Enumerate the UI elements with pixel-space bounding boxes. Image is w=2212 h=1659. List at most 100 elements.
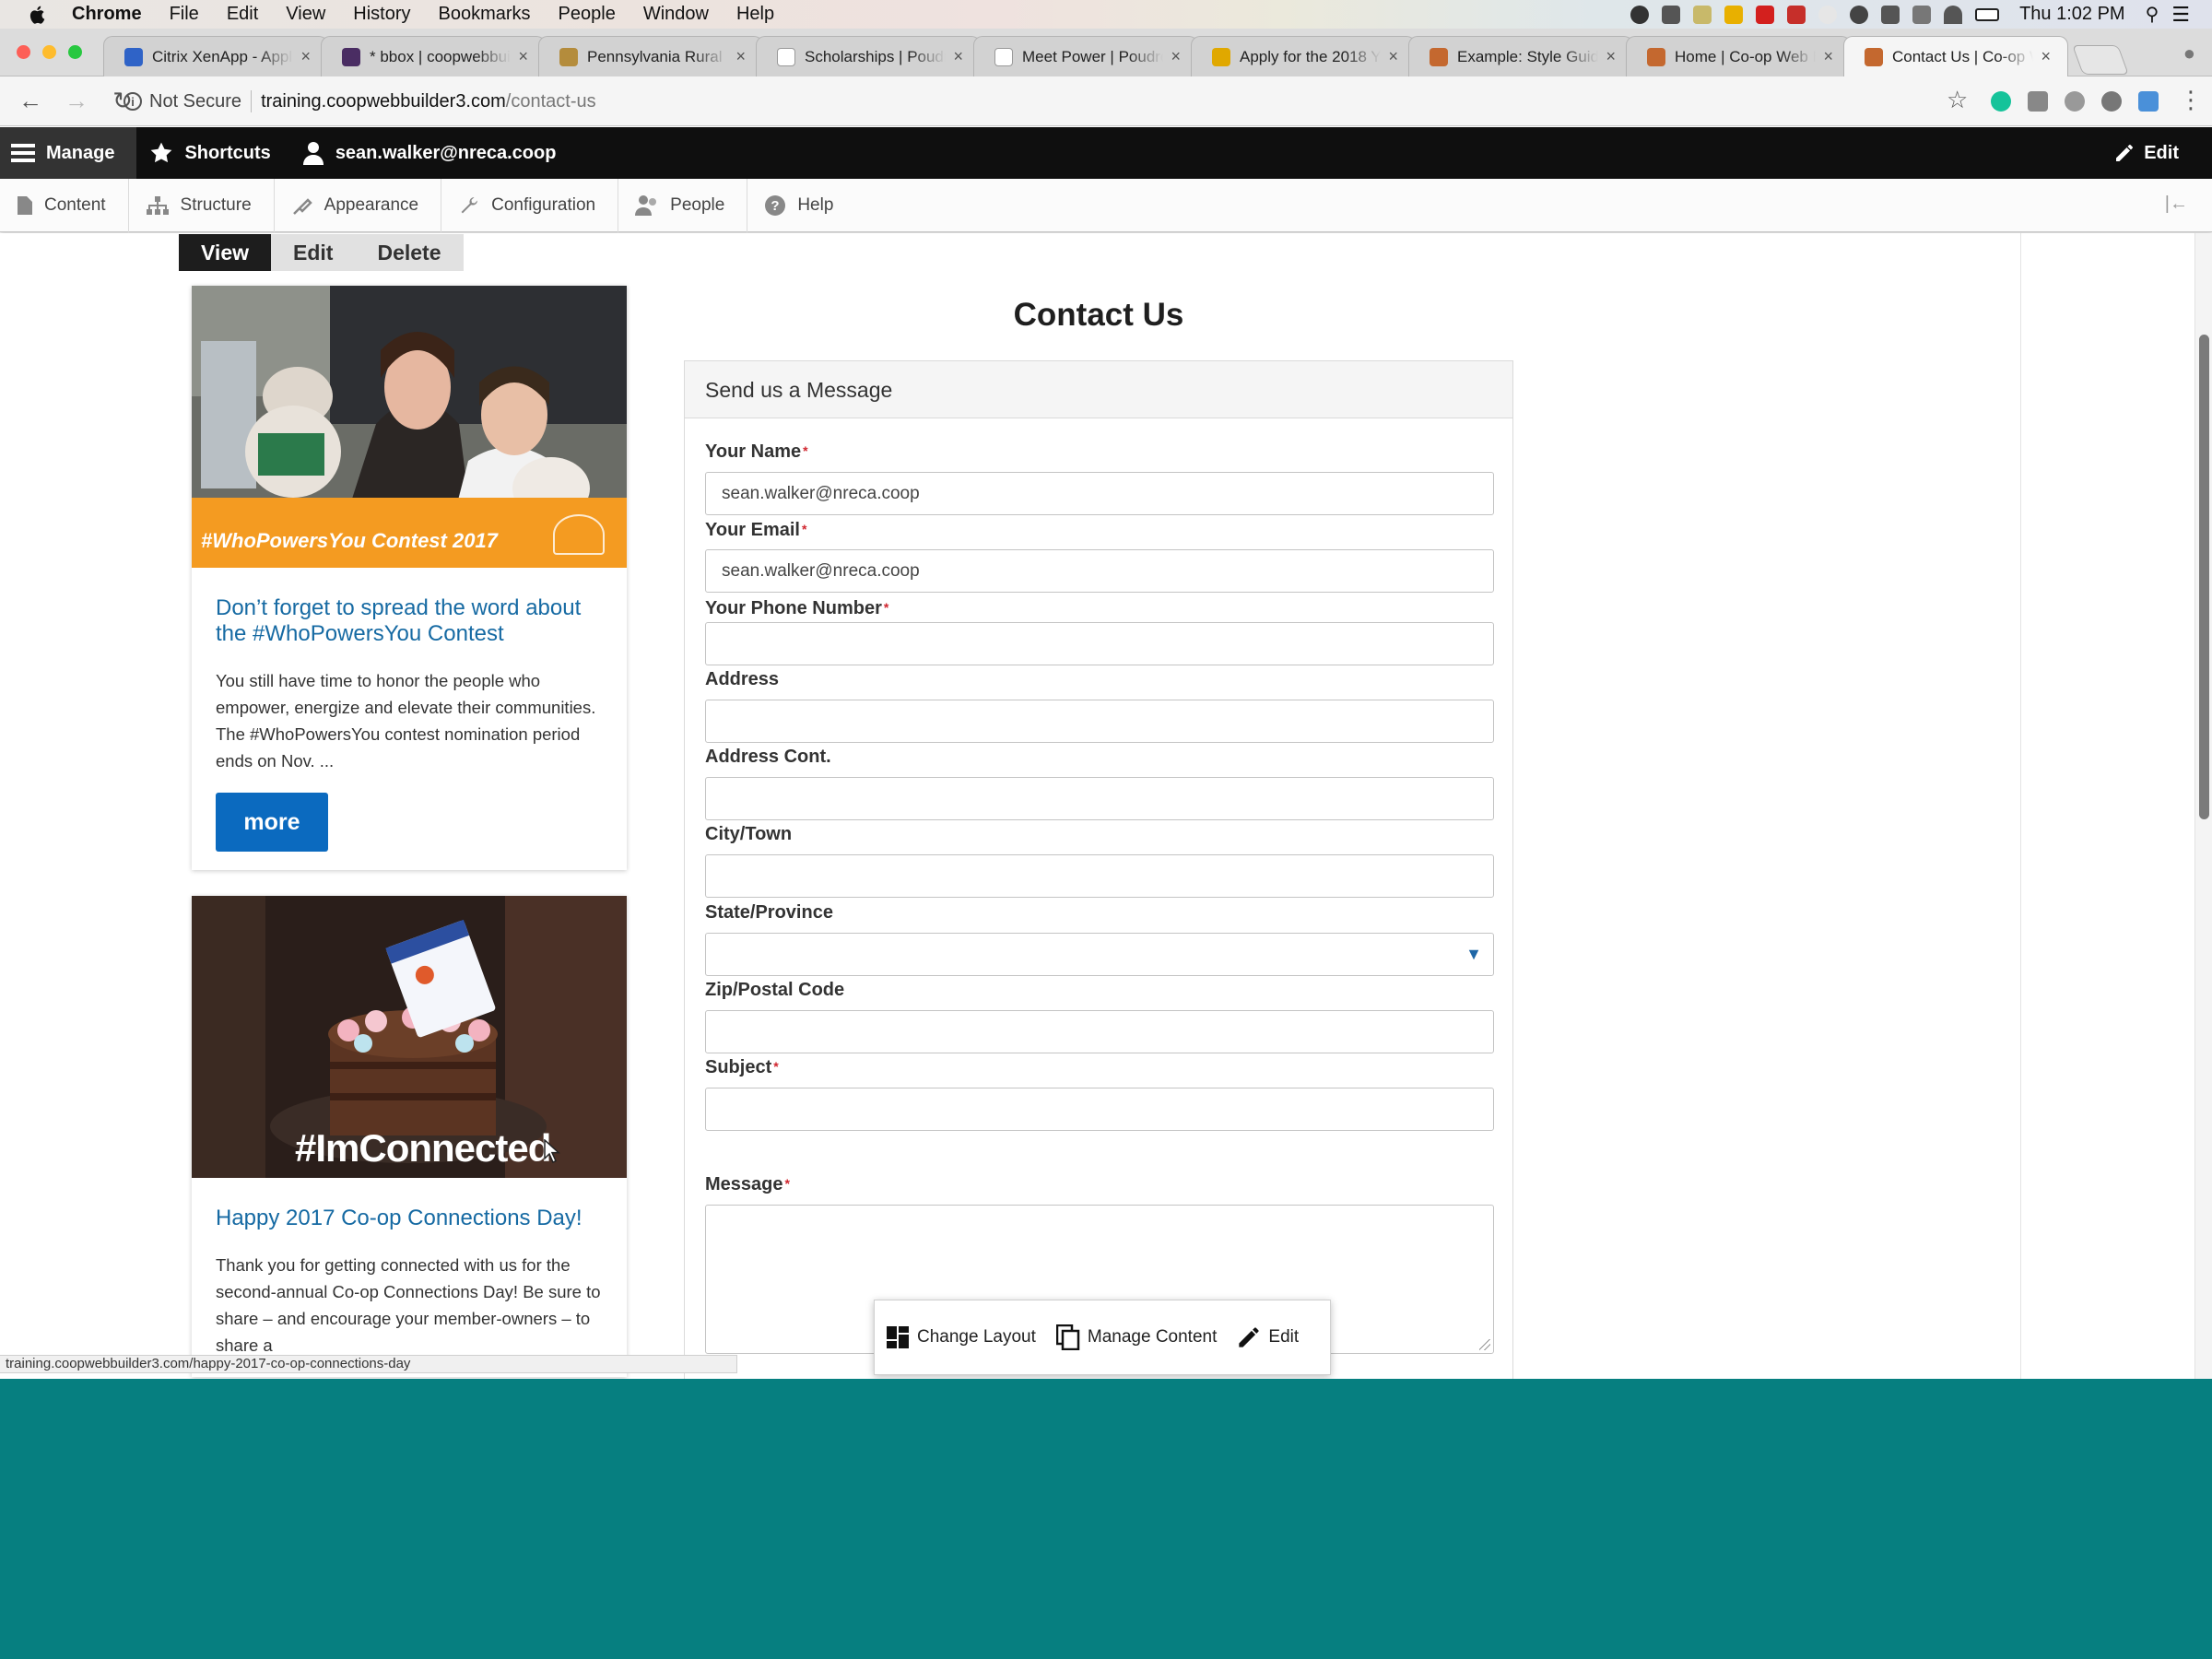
tab-close-icon[interactable]: ×: [1823, 47, 1833, 66]
spotlight-search-icon[interactable]: ⚲: [2146, 3, 2159, 26]
browser-tab[interactable]: * bbox | coopwebbuilder ×: [321, 36, 546, 76]
ghostery-extension-icon[interactable]: [2065, 91, 2085, 112]
flag-icon[interactable]: [1756, 5, 1775, 24]
window-close-button[interactable]: [17, 45, 30, 59]
creative-cloud-icon[interactable]: [1850, 5, 1869, 24]
manage-content-button[interactable]: Manage Content: [1055, 1324, 1217, 1350]
volume-icon[interactable]: [1912, 5, 1932, 24]
apple-icon[interactable]: [28, 4, 48, 26]
back-arrow-icon[interactable]: ←: [15, 87, 46, 115]
browser-tab[interactable]: Pennsylvania Rural Electric ×: [538, 36, 763, 76]
tab-close-icon[interactable]: ×: [300, 47, 311, 66]
address-input[interactable]: [705, 700, 1494, 743]
browser-tab[interactable]: Contact Us | Co-op Web ×: [1843, 36, 2068, 76]
zip-code-input[interactable]: [705, 1010, 1494, 1053]
menu-view[interactable]: View: [286, 4, 325, 25]
browser-tab[interactable]: Apply for the 2018 Youth ×: [1191, 36, 1416, 76]
window-minimize-button[interactable]: [42, 45, 56, 59]
tray-people[interactable]: People: [618, 178, 748, 232]
tray-configuration[interactable]: Configuration: [441, 178, 619, 232]
tab-close-icon[interactable]: ×: [1388, 47, 1398, 66]
tab-close-icon[interactable]: ×: [518, 47, 528, 66]
news-title[interactable]: Happy 2017 Co-op Connections Day!: [216, 1206, 603, 1231]
browser-tab[interactable]: Citrix XenApp - Applications ×: [103, 36, 328, 76]
settings-extension-icon[interactable]: [2101, 91, 2122, 112]
dropbox-icon[interactable]: [1662, 5, 1681, 24]
resize-handle-icon[interactable]: [1479, 1339, 1490, 1350]
shield-icon[interactable]: [1787, 5, 1806, 24]
tray-content[interactable]: Content: [0, 178, 129, 232]
menu-window[interactable]: Window: [643, 4, 709, 25]
phone-number-input[interactable]: [705, 622, 1494, 665]
tray-orientation-toggle-icon[interactable]: |←: [2165, 194, 2188, 215]
layout-edit-button[interactable]: Edit: [1237, 1325, 1299, 1349]
scrollbar-thumb[interactable]: [2199, 335, 2209, 819]
address-cont-label: Address Cont.: [705, 747, 831, 767]
new-tab-button[interactable]: [2072, 45, 2129, 75]
menu-app-name[interactable]: Chrome: [72, 4, 142, 25]
city-town-input[interactable]: [705, 854, 1494, 898]
tray-structure[interactable]: Structure: [129, 178, 275, 232]
address-bar[interactable]: i Not Secure training.coopwebbuilder3.co…: [124, 85, 1948, 118]
omnibox-separator: [251, 90, 253, 112]
menu-file[interactable]: File: [170, 4, 199, 25]
bookmark-star-icon[interactable]: ☆: [1947, 86, 1968, 114]
info-icon[interactable]: i: [124, 92, 142, 111]
manage-button[interactable]: Manage: [0, 127, 137, 179]
user-account-button[interactable]: sean.walker@nreca.coop: [289, 127, 575, 179]
browser-tab[interactable]: Example: Style Guide ×: [1408, 36, 1633, 76]
window-extension-icon[interactable]: [2138, 91, 2159, 112]
moon-icon[interactable]: [1818, 5, 1838, 24]
browser-tab[interactable]: Meet Power | Poudre ×: [973, 36, 1198, 76]
battery-icon[interactable]: [1975, 7, 2000, 21]
tray-appearance[interactable]: Appearance: [275, 178, 442, 232]
forward-arrow-icon[interactable]: →: [61, 87, 92, 115]
page-scrollbar[interactable]: [2194, 233, 2212, 1379]
grammarly-extension-icon[interactable]: [1991, 91, 2011, 112]
window-zoom-button[interactable]: [68, 45, 82, 59]
address-cont-input[interactable]: [705, 777, 1494, 820]
more-button[interactable]: more: [216, 793, 328, 852]
tab-close-icon[interactable]: ×: [2041, 47, 2051, 66]
news-title[interactable]: Don’t forget to spread the word about th…: [216, 595, 603, 647]
browser-tab[interactable]: Scholarships | Poudre ×: [756, 36, 981, 76]
menu-edit[interactable]: Edit: [227, 4, 258, 25]
tab-title: * bbox | coopwebbuilder: [370, 47, 511, 65]
tray-help[interactable]: ? Help: [747, 179, 855, 232]
wifi-icon[interactable]: [1944, 5, 1963, 24]
menubar-clock[interactable]: Thu 1:02 PM: [2019, 4, 2125, 25]
chrome-menu-icon[interactable]: ⋮: [2179, 86, 2203, 114]
notification-center-icon[interactable]: ☰: [2171, 3, 2190, 27]
menu-bookmarks[interactable]: Bookmarks: [439, 4, 531, 25]
screenshot-extension-icon[interactable]: [2028, 91, 2048, 112]
tab-close-icon[interactable]: ×: [735, 47, 746, 66]
tab-edit[interactable]: Edit: [271, 234, 356, 271]
contest-photo[interactable]: #WhoPowersYou Contest 2017: [192, 286, 627, 568]
browser-tab[interactable]: Home | Co-op Web Builder ×: [1626, 36, 1851, 76]
news-summary: You still have time to honor the people …: [216, 671, 596, 771]
chrome-status-icon[interactable]: [1630, 5, 1650, 24]
tab-delete[interactable]: Delete: [355, 234, 464, 271]
your-email-input[interactable]: [705, 549, 1494, 593]
state-province-select[interactable]: ▼: [705, 933, 1494, 976]
tab-title: Pennsylvania Rural Electric: [587, 47, 728, 65]
connections-day-photo[interactable]: #ImConnected: [192, 896, 627, 1178]
menu-people[interactable]: People: [559, 4, 616, 25]
tray-content-label: Content: [44, 194, 106, 215]
tab-close-icon[interactable]: ×: [953, 47, 963, 66]
profile-icon[interactable]: ●: [2183, 41, 2195, 65]
airplay-icon[interactable]: [1881, 5, 1900, 24]
change-layout-button[interactable]: Change Layout: [886, 1325, 1036, 1349]
subject-input[interactable]: [705, 1088, 1494, 1131]
menu-help[interactable]: Help: [736, 4, 774, 25]
tab-close-icon[interactable]: ×: [1171, 47, 1181, 66]
shortcuts-button[interactable]: Shortcuts: [136, 127, 288, 179]
toolbar-edit-button[interactable]: Edit: [2114, 127, 2179, 179]
mail-icon[interactable]: [1693, 5, 1712, 24]
menu-history[interactable]: History: [353, 4, 410, 25]
tab-view[interactable]: View: [179, 234, 271, 271]
tab-close-icon[interactable]: ×: [1606, 47, 1616, 66]
your-name-input[interactable]: [705, 472, 1494, 515]
security-indicator[interactable]: Not Secure: [149, 91, 241, 112]
notes-icon[interactable]: [1724, 5, 1744, 24]
